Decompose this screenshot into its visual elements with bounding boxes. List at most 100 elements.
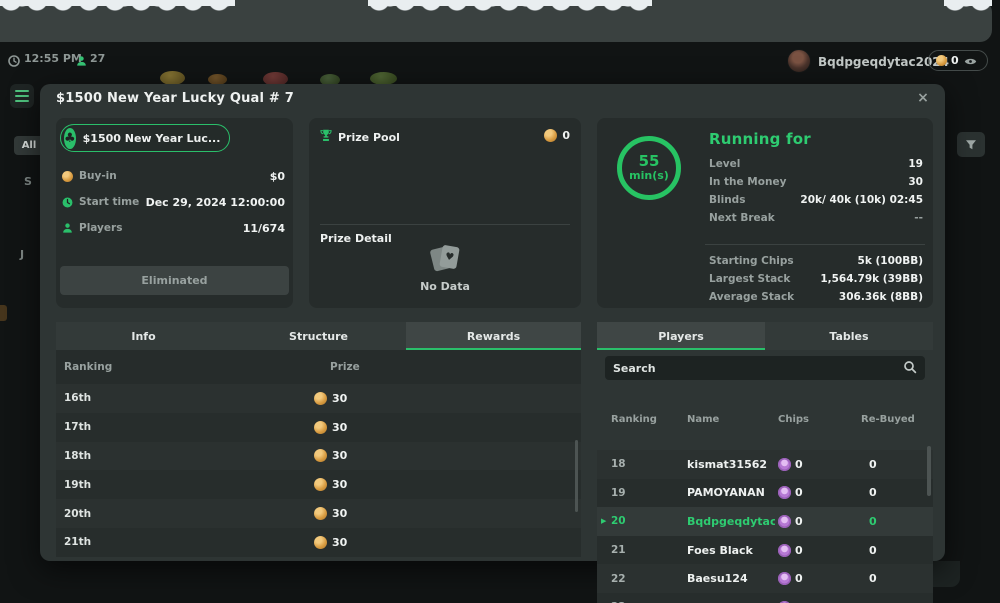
players-icon	[62, 219, 73, 238]
player-rebuyed: 0	[869, 572, 877, 585]
top-banner-bar	[0, 0, 992, 42]
divider	[705, 244, 925, 245]
start-time-label: Start time	[79, 196, 139, 208]
players-label: Players	[79, 222, 122, 234]
player-ranking: 19	[611, 487, 626, 499]
next-break-value: --	[914, 212, 923, 224]
reward-prize: 30	[314, 507, 347, 520]
reward-row[interactable]: 21th 30	[56, 528, 581, 557]
player-row[interactable]: ▶ 22 Baesu124 0 0	[597, 564, 933, 593]
search-icon[interactable]	[903, 359, 917, 378]
tab-info[interactable]: Info	[56, 322, 231, 350]
tab-structure[interactable]: Structure	[231, 322, 406, 350]
prize-pool-amount: 0	[544, 129, 570, 142]
ranking-column-header: Ranking	[64, 361, 112, 373]
menu-button[interactable]	[10, 84, 34, 108]
players-value: 11/674	[243, 222, 285, 235]
reward-row[interactable]: 17th 30	[56, 413, 581, 442]
player-row[interactable]: ▶ 23 rinaputur 0 0	[597, 593, 933, 603]
player-search[interactable]	[605, 356, 925, 380]
player-row[interactable]: ▶ 21 Foes Black 0 0	[597, 536, 933, 565]
prize-pool-title: Prize Pool	[338, 131, 400, 144]
player-row[interactable]: ▶ 20 Bqdpgeqdytac: 0 0	[597, 507, 933, 536]
app-root: 12:55 PM 27 Bqdpgeqdytac2024 0 All S J $…	[0, 0, 1000, 603]
reward-ranking: 17th	[56, 421, 314, 433]
reward-prize-value: 30	[332, 421, 347, 434]
rewards-table-header: Ranking Prize	[56, 350, 581, 384]
current-player-arrow-icon: ▶	[601, 517, 606, 525]
trophy-icon	[320, 129, 332, 145]
reward-row[interactable]: 16th 30	[56, 384, 581, 413]
players-panel: Players Tables Ranking Name Chips Re-Buy…	[597, 322, 933, 557]
no-data-label: No Data	[309, 280, 581, 293]
next-break-row: Next Break --	[709, 209, 923, 227]
no-data-placeholder: ♥ No Data	[309, 244, 581, 293]
buyin-value: $0	[270, 170, 285, 183]
start-time-value: Dec 29, 2024 12:00:00	[146, 196, 285, 209]
player-chips-value: 0	[795, 572, 803, 585]
level-label: Level	[709, 158, 740, 170]
eye-icon[interactable]	[964, 51, 977, 70]
prize-pool-value: 0	[562, 129, 570, 142]
tab-players[interactable]: Players	[597, 322, 765, 350]
reward-row[interactable]: 18th 30	[56, 442, 581, 471]
player-chips: 0	[778, 486, 803, 499]
dialog-title: $1500 New Year Lucky Qual # 7	[56, 91, 294, 106]
player-name: Baesu124	[687, 572, 748, 585]
player-ranking: 21	[611, 544, 626, 556]
chip-icon	[778, 515, 791, 528]
running-minutes: 55	[639, 154, 660, 169]
coin-icon	[314, 507, 327, 520]
player-rebuyed: 0	[869, 458, 877, 471]
player-name: Bqdpgeqdytac:	[687, 515, 775, 528]
reward-row[interactable]: 19th 30	[56, 470, 581, 499]
search-input[interactable]	[613, 362, 903, 375]
lobby-partial-graphic	[0, 305, 7, 321]
filter-all-label: All	[22, 140, 37, 151]
tournament-pill-label: $1500 New Year Luc...	[83, 132, 221, 145]
reward-ranking: 18th	[56, 450, 314, 462]
coin-icon	[314, 478, 327, 491]
close-icon[interactable]: ×	[912, 88, 934, 108]
coin-icon	[62, 171, 73, 182]
chip-icon	[778, 572, 791, 585]
player-ranking: 20	[611, 515, 626, 527]
balance-pill[interactable]: 0	[928, 50, 988, 71]
blinds-label: Blinds	[709, 194, 745, 206]
in-the-money-value: 30	[908, 176, 923, 188]
average-stack-row: Average Stack 306.36k (8BB)	[709, 288, 923, 306]
next-break-label: Next Break	[709, 212, 775, 224]
tab-rewards[interactable]: Rewards	[406, 322, 581, 350]
online-count: 27	[90, 52, 105, 65]
rewards-panel: Info Structure Rewards Ranking Prize 16t…	[56, 322, 581, 557]
buyin-row: Buy-in $0	[62, 166, 285, 186]
player-rebuyed: 0	[869, 544, 877, 557]
tab-tables[interactable]: Tables	[765, 322, 933, 350]
eliminated-status-button[interactable]: Eliminated	[60, 266, 289, 295]
filter-button[interactable]	[957, 132, 985, 157]
player-row[interactable]: ▶ 18 kismat31562 0 0	[597, 450, 933, 479]
player-row[interactable]: ▶ 19 PAMOYANAN 0 0	[597, 479, 933, 508]
lobby-time: 12:55 PM	[24, 52, 82, 65]
rewards-scrollbar[interactable]	[575, 440, 578, 512]
player-chips: 0	[778, 458, 803, 471]
running-for-heading: Running for	[709, 130, 811, 148]
empty-cards-icon: ♥	[428, 244, 462, 274]
tournament-pill[interactable]: ♣ $1500 New Year Luc...	[60, 124, 230, 152]
avatar[interactable]	[787, 49, 811, 73]
running-timer-ring: 55 min(s)	[617, 136, 681, 200]
players-table-header: Ranking Name Chips Re-Buyed	[597, 414, 933, 432]
reward-prize: 30	[314, 478, 347, 491]
reward-prize-value: 30	[332, 392, 347, 405]
clock-icon	[8, 52, 20, 71]
player-name: kismat31562	[687, 458, 767, 471]
reward-row[interactable]: 20th 30	[56, 499, 581, 528]
chip-icon	[778, 458, 791, 471]
start-time-row: Start time Dec 29, 2024 12:00:00	[62, 192, 285, 212]
club-icon: ♣	[64, 128, 76, 149]
players-scrollbar[interactable]	[927, 446, 931, 496]
coin-icon	[544, 129, 557, 142]
chip-icon	[778, 544, 791, 557]
blinds-value: 20k/ 40k (10k) 02:45	[800, 194, 923, 206]
level-value: 19	[908, 158, 923, 170]
